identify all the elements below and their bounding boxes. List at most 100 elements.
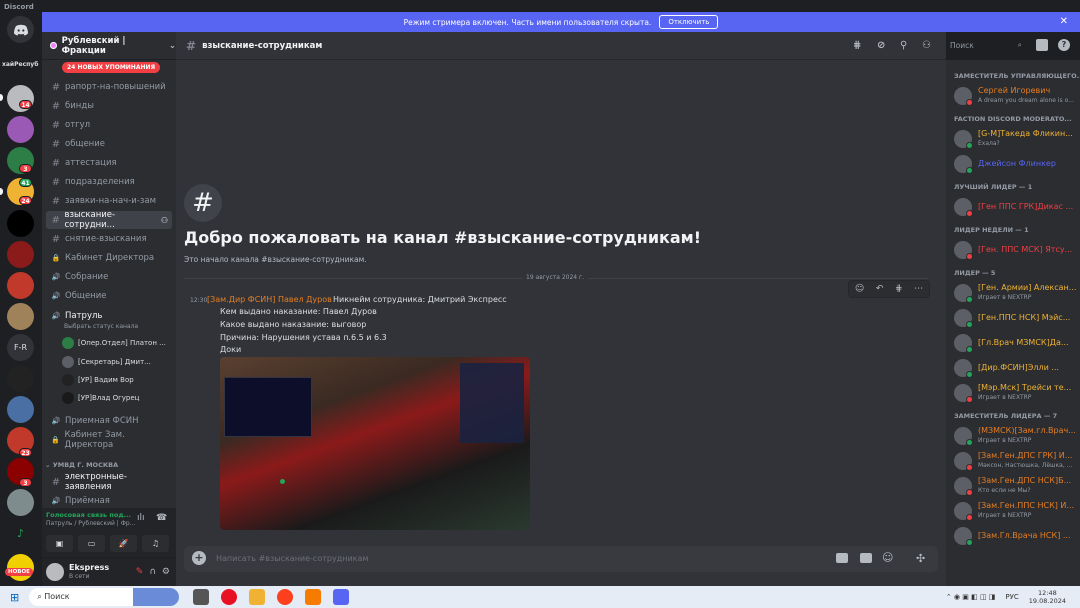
yandex-icon[interactable] [277,589,294,605]
windows-start-icon[interactable]: ⊞ [10,591,19,604]
notification-icon[interactable]: ⊘ [877,40,885,51]
guild-icon[interactable] [7,241,34,268]
taskbar-search[interactable]: ⌕ Поиск [29,588,180,606]
speaker-icon: 🔊 [51,312,61,320]
search-input[interactable]: Поиск ⌕ [946,38,1026,53]
voice-user[interactable]: [УР] Вадим Вор [62,372,134,388]
channel-item[interactable]: # электронные-заявления [46,472,172,492]
member-item[interactable]: [Мэр.Мск] Трейси те... Играет в NEXTRP [954,381,1080,405]
reply-icon[interactable]: ↶ [876,284,884,294]
guild-icon[interactable] [7,489,34,516]
tray-icons[interactable]: ⌃ ◉ ▣ ◧ ◫ ◨ [946,593,996,601]
channel-item[interactable]: # общение [46,135,172,153]
inbox-icon[interactable] [1036,39,1048,51]
more-icon[interactable]: ⋯ [914,284,923,294]
task-view-icon[interactable] [193,589,210,605]
folder-icon[interactable] [249,589,266,605]
camera-button[interactable]: ▣ [46,535,73,552]
member-item[interactable]: [Ген. ППС МСК] Ятсу... [954,238,1080,262]
new-mentions-badge[interactable]: 24 НОВЫХ УПОМИНАНИЯ [62,62,161,73]
discord-home-icon[interactable] [7,16,34,43]
disable-streamer-button[interactable]: Отключить [659,15,719,29]
member-item[interactable]: Джейсон Флинкер [954,152,1080,176]
channel-item-active[interactable]: # взыскание-сотрудни... ⚇ [46,210,172,230]
members-icon[interactable]: ⚇ [922,40,931,51]
thread-icon[interactable]: ⋕ [895,284,903,294]
member-item[interactable]: [Ген ППС ГРК]Дикас ... [954,195,1080,219]
add-user-icon[interactable]: ⚇ [161,216,168,225]
member-item[interactable]: [G-M]Такеда Фликин... Ехала? [954,127,1080,151]
screenshot-attachment[interactable] [220,357,530,530]
gift-icon[interactable] [836,553,848,563]
emoji-icon[interactable]: ☺ [882,551,893,564]
clock[interactable]: 12:48 19.08.2024 [1029,589,1066,605]
guild-icon[interactable] [7,396,34,423]
channel-item[interactable]: # рапорт-на-повышений [46,78,172,96]
headphones-icon[interactable]: ∩ [149,567,156,577]
channel-item[interactable]: 🔒 Кабинет Директора [46,249,172,267]
disconnect-icon[interactable]: ☎ [156,513,167,523]
member-item[interactable]: (МЗМСК)[Зам.гл.Врач... Играет в NEXTRP [954,424,1080,448]
hash-icon: # [51,157,61,169]
message-line: Какое выдано наказание: выговор [220,320,367,329]
apps-icon[interactable]: ✣ [916,552,925,565]
guild-icon[interactable] [7,116,34,143]
channel-item[interactable]: # аттестация [46,154,172,172]
voice-user[interactable]: [УР]Влад Огурец [62,390,139,406]
member-item[interactable]: Сергей Игоревич A dream you dream alone i… [954,84,1080,108]
voice-channel[interactable]: Патруль / Рублевский | Фр... [46,520,135,527]
channel-item[interactable]: # заявки-на-нач-и-зам [46,192,172,210]
voice-user[interactable]: [Опер.Отдел] Платон ... [62,335,166,351]
member-item[interactable]: [Ген. Армии] Алексан... Играет в NEXTRP [954,281,1080,305]
guild-icon[interactable]: ♪ [7,520,34,547]
channel-name: отгул [65,120,91,130]
member-activity: Ехала? [978,140,1000,147]
guild-icon[interactable] [7,303,34,330]
guild-icon[interactable] [7,365,34,392]
add-reaction-icon[interactable]: ☺ [855,284,864,294]
channel-status-prompt[interactable]: Выбрать статус канала [64,323,138,330]
channel-item[interactable]: 🔊 Приемная ФСИН [46,412,172,430]
activity-button[interactable]: 🚀 [110,535,137,552]
channel-item[interactable]: 🔊 Собрание [46,268,172,286]
soundboard-button[interactable]: ♫ [142,535,169,552]
channel-item[interactable]: # подразделения [46,173,172,191]
screen-share-button[interactable]: ▭ [78,535,105,552]
member-item[interactable]: [Дир.ФСИН]Элли ... [954,356,1080,380]
member-item[interactable]: [Ген.ППС НСК] Мэйс... [954,306,1080,330]
unread-pill [0,94,3,101]
avatar[interactable] [46,563,64,581]
gear-icon[interactable]: ⚙ [162,567,170,577]
member-item[interactable]: [Зам.Ген.ДПС ГРК] И... Максон, Настюшка, … [954,449,1080,473]
channel-item[interactable]: 🔊 Общение [46,287,172,305]
channel-item[interactable]: # отгул [46,116,172,134]
message-input[interactable]: + Написать #взыскание-сотрудникам ☺ [184,546,938,572]
category-header[interactable]: ⌄ УМВД Г. МОСКВА [45,461,118,469]
pin-icon[interactable]: ⚲ [900,40,907,51]
member-item[interactable]: [Зам.Ген.ППС НСК] И... Играет в NEXTRP [954,499,1080,523]
server-header[interactable]: Рублевский | Фракции ⌄ [42,32,176,60]
voice-user[interactable]: [Секретарь] Дмит... [62,354,151,370]
help-icon[interactable]: ? [1058,39,1070,51]
guild-icon[interactable] [7,210,34,237]
member-item[interactable]: [Гл.Врач МЗМСК]Да... [954,331,1080,355]
language-indicator[interactable]: РУС [1005,593,1018,601]
app-icon[interactable] [305,589,322,605]
member-item[interactable]: [Зам.Гл.Врача НСК] ... [954,524,1080,548]
member-item[interactable]: [Зам.Ген.ДПС НСК]Б... Кто если не Мы? [954,474,1080,498]
message-author[interactable]: [Зам.Дир ФСИН] Павел Дуров [207,295,332,304]
channel-item[interactable]: # бинды [46,97,172,115]
threads-icon[interactable]: ⋕ [853,40,861,51]
opera-icon[interactable] [221,589,238,605]
app-titlebar: Discord [0,0,1080,12]
mic-muted-icon[interactable]: ✎ [136,567,144,577]
guild-icon[interactable] [7,272,34,299]
sticker-icon[interactable] [860,553,872,563]
add-attachment-icon[interactable]: + [192,551,206,565]
channel-item[interactable]: 🔒 Кабинет Зам. Директора [46,430,172,450]
close-icon[interactable]: ✕ [1060,16,1068,27]
discord-taskbar-icon[interactable] [333,589,350,605]
noise-icon[interactable]: ılı [137,513,145,523]
guild-icon[interactable]: F-R [7,334,34,361]
channel-item[interactable]: # снятие-взыскания [46,230,172,248]
